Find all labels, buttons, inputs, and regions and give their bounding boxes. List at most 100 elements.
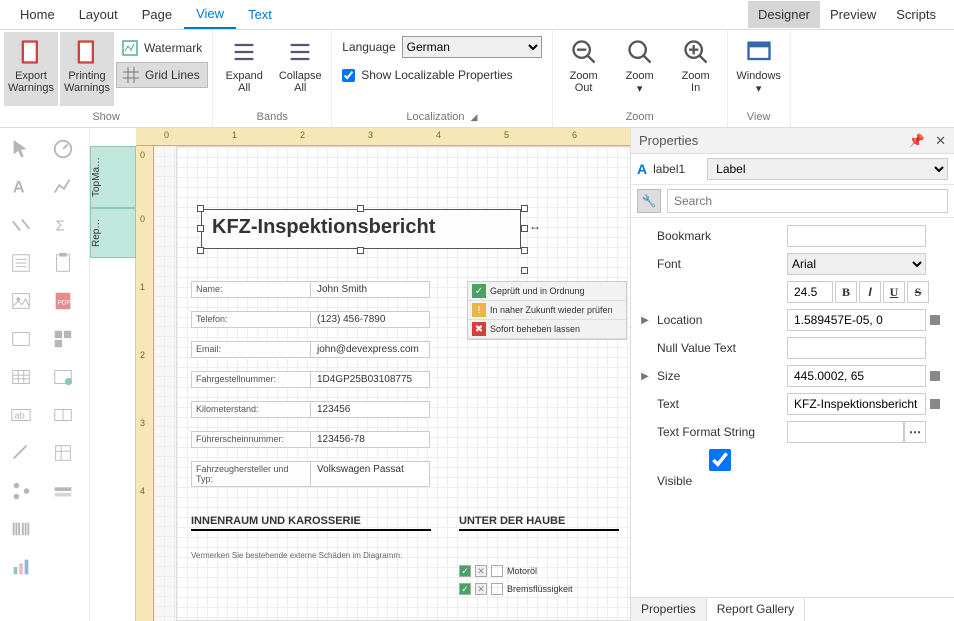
text-ab-tool[interactable]: ab — [2, 398, 40, 432]
ruler-vertical[interactable]: 0 0 1 2 3 4 — [136, 146, 154, 621]
field-label: Führerscheinnummer: — [191, 431, 311, 448]
mode-scripts[interactable]: Scripts — [886, 1, 946, 28]
printing-warnings-button[interactable]: Printing Warnings — [60, 32, 114, 106]
checklist-tool[interactable] — [2, 246, 40, 280]
pdf-tool[interactable]: PDF — [44, 284, 82, 318]
wrench-icon[interactable]: 🔧 — [637, 189, 661, 213]
label-tool[interactable]: A — [2, 170, 40, 204]
ribbon-group-show: Export Warnings Printing Warnings Waterm… — [0, 30, 213, 127]
close-icon[interactable]: ✕ — [935, 133, 946, 149]
cell-tool[interactable] — [44, 398, 82, 432]
collapse-all-button[interactable]: Collapse All — [273, 32, 327, 106]
tab-properties[interactable]: Properties — [631, 598, 707, 621]
prop-location-input[interactable] — [787, 309, 926, 331]
windows-button[interactable]: Windows▾ — [732, 32, 786, 106]
report-field-row[interactable]: Telefon:(123) 456-7890 — [191, 311, 430, 328]
expand-icon — [230, 38, 258, 66]
zoom-button[interactable]: Zoom▾ — [613, 32, 667, 106]
menu-page[interactable]: Page — [130, 1, 184, 28]
report-field-row[interactable]: Kilometerstand:123456 — [191, 401, 430, 418]
mode-designer[interactable]: Designer — [748, 1, 820, 28]
prop-size-input[interactable] — [787, 365, 926, 387]
menu-text[interactable]: Text — [236, 1, 284, 28]
dashboard-tool[interactable] — [44, 322, 82, 356]
field-value: 123456 — [310, 401, 430, 418]
info-tool[interactable] — [44, 360, 82, 394]
expand-all-button[interactable]: Expand All — [217, 32, 271, 106]
properties-header: Properties 📌 ✕ — [631, 128, 954, 154]
main-area: A Σ PDF ab TopMa… Rep… 0 1 2 3 4 — [0, 128, 954, 621]
canvas[interactable]: KFZ-Inspektionsbericht ↔ Name:John Smith… — [154, 146, 630, 621]
bold-button[interactable]: B — [835, 281, 857, 303]
zoom-in-button[interactable]: Zoom In — [669, 32, 723, 106]
check-row-1[interactable]: ✓✕ Motoröl — [459, 565, 537, 577]
ribbon-group-bands: Expand All Collapse All Bands — [213, 30, 332, 127]
properties-panel: Properties 📌 ✕ A label1 Label 🔧 Bookmark… — [630, 128, 954, 621]
ribbon-group-label: Zoom — [557, 109, 723, 127]
report-page[interactable]: KFZ-Inspektionsbericht ↔ Name:John Smith… — [176, 146, 630, 621]
line-tool[interactable] — [2, 208, 40, 242]
object-type-select[interactable]: Label — [707, 158, 948, 180]
menu-home[interactable]: Home — [8, 1, 67, 28]
expand-icon[interactable]: ▶ — [637, 315, 653, 326]
report-field-row[interactable]: Fahrgestellnummer:1D4GP25B03108775 — [191, 371, 430, 388]
svg-text:Σ: Σ — [56, 219, 65, 235]
chart-tool[interactable] — [44, 170, 82, 204]
italic-button[interactable]: I — [859, 281, 881, 303]
pointer-tool[interactable] — [2, 132, 40, 166]
report-field-row[interactable]: Email:john@devexpress.com — [191, 341, 430, 358]
dialog-launcher-icon[interactable]: ◢ — [471, 112, 478, 122]
check-row-2[interactable]: ✓✕ Bremsflüssigkeit — [459, 583, 573, 595]
layers-tool[interactable] — [44, 474, 82, 508]
ellipsis-button[interactable]: ⋯ — [904, 421, 926, 443]
clipboard-tool[interactable] — [44, 246, 82, 280]
report-field-row[interactable]: Führerscheinnummer:123456-78 — [191, 431, 430, 448]
zoom-icon — [626, 38, 654, 66]
prop-nulltext-input[interactable] — [787, 337, 926, 359]
watermark-button[interactable]: Watermark — [116, 36, 208, 60]
picture-tool[interactable] — [2, 284, 40, 318]
prop-font-select[interactable]: Arial — [787, 253, 926, 275]
report-field-row[interactable]: Name:John Smith — [191, 281, 430, 298]
band-report-header[interactable]: Rep… — [90, 208, 136, 258]
crosstab-tool[interactable] — [44, 436, 82, 470]
menu-view[interactable]: View — [184, 0, 236, 29]
prop-font-size-input[interactable] — [787, 281, 833, 303]
band-top-margin[interactable]: TopMa… — [90, 146, 136, 208]
legend-box: ✓Geprüft und in Ordnung !In naher Zukunf… — [467, 281, 627, 340]
strike-button[interactable]: S — [907, 281, 929, 303]
zoom-out-button[interactable]: Zoom Out — [557, 32, 611, 106]
shape-tool[interactable] — [2, 436, 40, 470]
expand-icon[interactable]: ▶ — [637, 371, 653, 382]
selected-label-control[interactable]: KFZ-Inspektionsbericht — [201, 209, 521, 249]
menu-layout[interactable]: Layout — [67, 1, 130, 28]
ribbon-group-label: Localization◢ — [336, 109, 547, 127]
ruler-horizontal[interactable]: 0 1 2 3 4 5 6 — [136, 128, 630, 146]
resize-handle-icon[interactable]: ↔ — [529, 219, 541, 233]
prop-bookmark-input[interactable] — [787, 225, 926, 247]
prop-visible-checkbox[interactable] — [657, 449, 783, 471]
show-localizable-checkbox[interactable] — [342, 69, 355, 82]
grid-lines-button[interactable]: Grid Lines — [116, 62, 208, 88]
design-surface[interactable]: TopMa… Rep… 0 1 2 3 4 5 6 0 0 1 2 3 4 KF… — [90, 128, 630, 621]
export-warnings-button[interactable]: Export Warnings — [4, 32, 58, 106]
section-title-right: UNTER DER HAUBE — [459, 515, 619, 531]
report-field-row[interactable]: Fahrzeughersteller und Typ:Volkswagen Pa… — [191, 461, 430, 487]
tab-report-gallery[interactable]: Report Gallery — [707, 598, 805, 621]
underline-button[interactable]: U — [883, 281, 905, 303]
panel-tool[interactable] — [2, 322, 40, 356]
pin-icon[interactable]: 📌 — [909, 133, 925, 149]
table-tool[interactable] — [2, 360, 40, 394]
field-label: Telefon: — [191, 311, 311, 328]
hierarchy-tool[interactable] — [2, 474, 40, 508]
gauge-tool[interactable] — [44, 132, 82, 166]
sum-tool[interactable]: Σ — [44, 208, 82, 242]
mode-preview[interactable]: Preview — [820, 1, 886, 28]
spacer-tool[interactable] — [44, 512, 82, 546]
language-select[interactable]: German — [402, 36, 542, 58]
prop-format-input[interactable] — [787, 421, 904, 443]
bar-chart-tool[interactable] — [2, 550, 40, 584]
properties-search-input[interactable] — [667, 189, 948, 213]
barcode-tool[interactable] — [2, 512, 40, 546]
prop-text-input[interactable] — [787, 393, 926, 415]
